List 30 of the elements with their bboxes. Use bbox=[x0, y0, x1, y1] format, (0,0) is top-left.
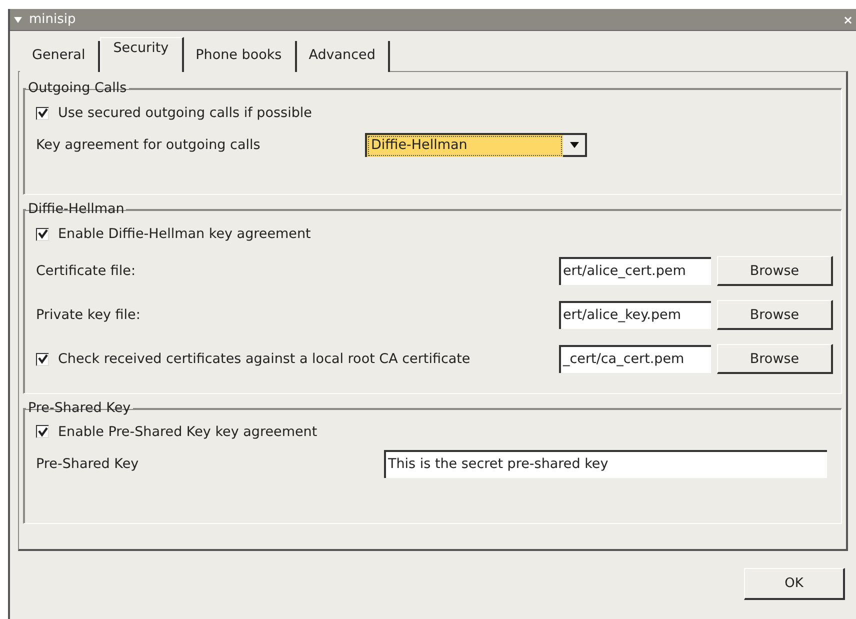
checkbox-label[interactable]: Use secured outgoing calls if possible bbox=[58, 105, 312, 121]
checkbox[interactable] bbox=[36, 425, 49, 438]
tab[interactable]: Advanced bbox=[296, 41, 390, 72]
file-path-field[interactable]: ert/alice_key.pem bbox=[559, 301, 711, 329]
field-label: Certificate file: bbox=[36, 263, 136, 279]
ok-button[interactable]: OK bbox=[744, 568, 845, 600]
tab[interactable]: General bbox=[20, 41, 100, 72]
file-path-field[interactable]: _cert/ca_cert.pem bbox=[559, 345, 711, 373]
browse-button[interactable]: Browse bbox=[717, 256, 833, 286]
checkbox[interactable] bbox=[36, 228, 49, 240]
group-title: Diffie-Hellman bbox=[27, 201, 126, 217]
checkbox-label[interactable]: Check received certificates against a local root CA certificate bbox=[58, 351, 470, 367]
checkbox-label[interactable]: Enable Diffie-Hellman key agreement bbox=[58, 226, 311, 242]
browse-button[interactable]: Browse bbox=[717, 344, 833, 374]
group-title: Outgoing Calls bbox=[27, 80, 128, 96]
browse-button[interactable]: Browse bbox=[717, 300, 833, 330]
checkbox[interactable] bbox=[36, 352, 49, 366]
file-path-field[interactable]: ert/alice_cert.pem bbox=[559, 257, 711, 285]
window-title: minisip bbox=[29, 12, 77, 27]
checkbox[interactable] bbox=[36, 106, 49, 120]
text-field[interactable]: This is the secret pre-shared key bbox=[384, 450, 827, 478]
dropdown-arrow-icon bbox=[570, 142, 578, 148]
field-label: Key agreement for outgoing calls bbox=[36, 137, 260, 153]
menu-arrow-icon[interactable] bbox=[14, 16, 22, 22]
tab[interactable]: Security bbox=[100, 37, 184, 72]
checkbox-label[interactable]: Enable Pre-Shared Key key agreement bbox=[58, 424, 318, 440]
field-label: Pre-Shared Key bbox=[36, 456, 139, 472]
tab[interactable]: Phone books bbox=[184, 41, 297, 72]
field-label: Private key file: bbox=[36, 307, 140, 323]
group-title: Pre-Shared Key bbox=[27, 400, 132, 416]
